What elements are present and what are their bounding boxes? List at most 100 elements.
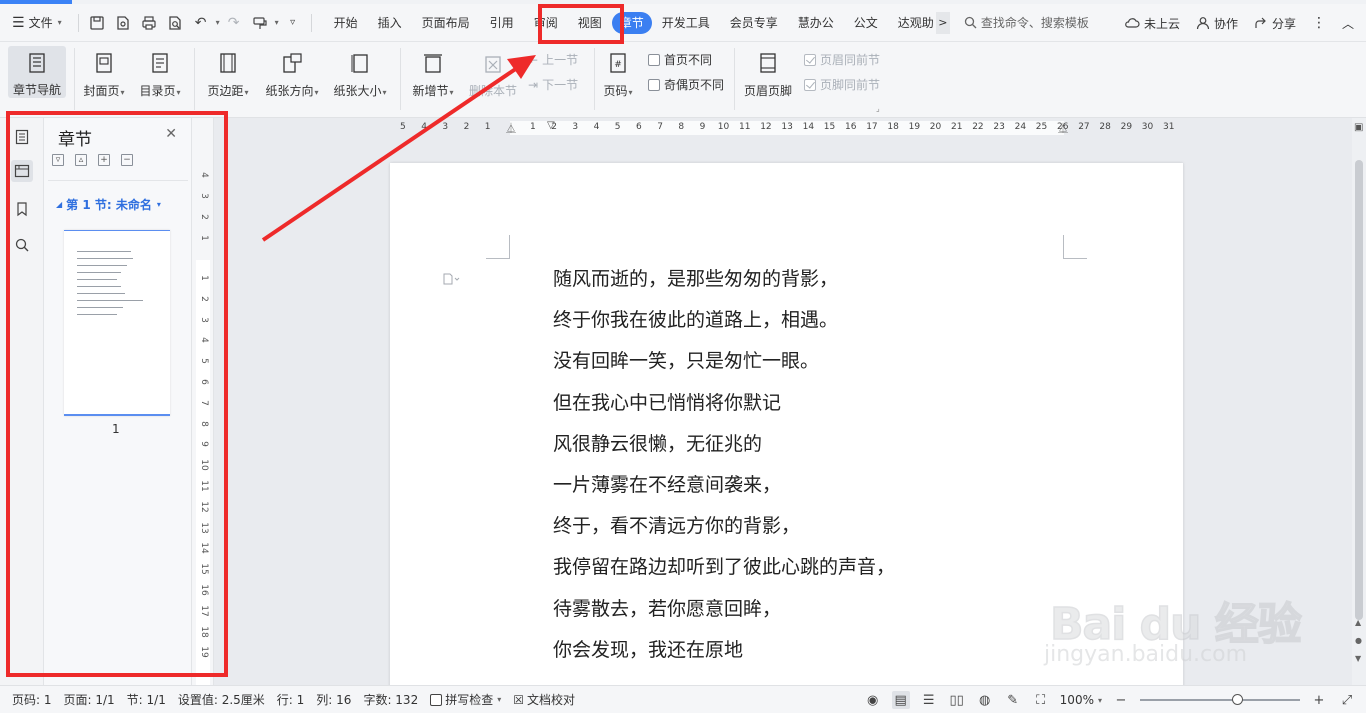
web-view-icon[interactable]: ◍ — [976, 691, 994, 709]
command-search[interactable]: 查找命令、搜索模板 — [964, 14, 1089, 31]
document-page[interactable]: 随风而逝的，是那些匆匆的背影， 终于你我在彼此的道路上，相遇。 没有回眸一笑，只… — [390, 163, 1183, 685]
paragraph-layout-icon[interactable] — [442, 273, 460, 288]
page-view-icon[interactable]: ▤ — [891, 691, 910, 709]
text-line[interactable]: 一片薄雾在不经意间袭来， — [553, 471, 895, 512]
orientation-button[interactable]: 纸张方向▾ — [262, 46, 322, 99]
tab-references[interactable]: 引用 — [480, 12, 524, 34]
tab-home[interactable]: 开始 — [324, 12, 368, 34]
status-word-count[interactable]: 字数: 132 — [363, 691, 418, 708]
ruler-toggle-icon[interactable]: ▣ — [1354, 122, 1363, 133]
collapse-ribbon-icon[interactable]: ︿ — [1342, 15, 1354, 32]
fit-page-icon[interactable]: ⛶ — [1032, 691, 1050, 709]
left-indent-marker[interactable]: ⏅ — [506, 120, 516, 135]
scroll-prev-page-icon[interactable]: ▲ — [1355, 618, 1361, 627]
fullscreen-icon[interactable]: ⤢ — [1338, 691, 1356, 709]
delete-section-button[interactable]: 删除本节 — [466, 46, 520, 99]
footer-same-as-prev-checkbox[interactable]: 页脚同前节 — [804, 76, 880, 93]
paper-size-button[interactable]: 纸张大小▾ — [330, 46, 390, 99]
tab-member[interactable]: 会员专享 — [720, 12, 788, 34]
zoom-out-icon[interactable]: − — [1112, 691, 1130, 709]
scroll-next-page-icon[interactable]: ▼ — [1355, 654, 1361, 663]
status-col[interactable]: 列: 16 — [316, 691, 351, 708]
status-page[interactable]: 页面: 1/1 — [64, 691, 115, 708]
customize-toolbar-icon[interactable]: ▿ — [281, 11, 305, 35]
new-section-button[interactable]: 新增节▾ — [408, 46, 458, 99]
dialog-launcher-icon[interactable]: ⌟ — [876, 104, 880, 113]
expand-down-icon[interactable]: ▿ — [52, 154, 64, 166]
page-thumbnail[interactable] — [64, 230, 170, 416]
chapter-icon[interactable] — [11, 160, 33, 182]
document-text[interactable]: 随风而逝的，是那些匆匆的背影， 终于你我在彼此的道路上，相遇。 没有回眸一笑，只… — [553, 265, 895, 677]
tab-insert[interactable]: 插入 — [368, 12, 412, 34]
text-line[interactable]: 终于你我在彼此的道路上，相遇。 — [553, 306, 895, 347]
collapse-up-icon[interactable]: ▵ — [75, 154, 87, 166]
text-line[interactable]: 风很静云很懒，无征兆的 — [553, 430, 895, 471]
text-line[interactable]: 待雾散去，若你愿意回眸， — [553, 595, 895, 636]
doc-proofread-button[interactable]: ☒ 文档校对 — [513, 691, 575, 708]
format-dropdown-icon[interactable]: ▾ — [275, 18, 279, 27]
close-icon[interactable]: ✕ — [165, 126, 177, 142]
undo-icon[interactable]: ↶ — [189, 11, 213, 35]
tab-view[interactable]: 视图 — [568, 12, 612, 34]
first-page-different-checkbox[interactable]: 首页不同 — [648, 51, 712, 68]
collapse-all-icon[interactable]: − — [121, 154, 133, 166]
header-same-as-prev-checkbox[interactable]: 页眉同前节 — [804, 51, 880, 68]
section-nav-button[interactable]: 章节导航 — [8, 46, 66, 98]
tabs-more-button[interactable]: > — [935, 11, 950, 34]
text-line[interactable]: 终于，看不清远方你的背影， — [553, 512, 895, 553]
collaborate-button[interactable]: 协作 — [1196, 15, 1238, 32]
text-line[interactable]: 没有回眸一笑，只是匆忙一眼。 — [553, 347, 895, 388]
scroll-select-browse-icon[interactable]: ● — [1355, 636, 1362, 645]
zoom-slider-knob[interactable] — [1232, 694, 1243, 705]
prev-section-button[interactable]: ⇤ 上一节 — [528, 51, 578, 68]
tab-page-layout[interactable]: 页面布局 — [412, 12, 480, 34]
file-menu-button[interactable]: ☰ 文件 ▾ — [0, 9, 68, 37]
tab-official-doc[interactable]: 公文 — [844, 12, 888, 34]
tab-review[interactable]: 审阅 — [524, 12, 568, 34]
format-painter-icon[interactable] — [248, 11, 272, 35]
reading-view-icon[interactable]: ▯▯ — [948, 691, 966, 709]
outline-view-icon[interactable]: ☰ — [920, 691, 938, 709]
text-line[interactable]: 随风而逝的，是那些匆匆的背影， — [553, 265, 895, 306]
eye-protection-icon[interactable]: ◉ — [864, 691, 882, 709]
tab-section[interactable]: 章节 — [611, 11, 652, 34]
redo-icon[interactable]: ↷ — [222, 11, 246, 35]
page-number-button[interactable]: # 页码▾ — [598, 46, 638, 99]
status-section[interactable]: 节: 1/1 — [127, 691, 166, 708]
status-setting[interactable]: 设置值: 2.5厘米 — [178, 691, 265, 708]
tab-smart-office[interactable]: 慧办公 — [788, 12, 844, 34]
spell-check-button[interactable]: 拼写检查 ▾ — [430, 691, 501, 708]
header-footer-button[interactable]: 页眉页脚 — [740, 46, 796, 99]
cloud-status-button[interactable]: 未上云 — [1124, 15, 1180, 32]
next-section-button[interactable]: ⇥ 下一节 — [528, 76, 578, 93]
toc-page-button[interactable]: 目录页▾ — [136, 46, 184, 99]
cover-page-button[interactable]: 封面页▾ — [80, 46, 128, 99]
margin-button[interactable]: 页边距▾ — [202, 46, 254, 99]
zoom-in-icon[interactable]: + — [1310, 691, 1328, 709]
print-preview-icon[interactable] — [163, 11, 187, 35]
save-icon[interactable] — [85, 11, 109, 35]
bookmark-icon[interactable] — [11, 198, 33, 220]
text-line[interactable]: 你会发现，我还在原地 — [553, 636, 895, 677]
status-row[interactable]: 行: 1 — [277, 691, 305, 708]
odd-even-different-checkbox[interactable]: 奇偶页不同 — [648, 76, 724, 93]
text-line[interactable]: 但在我心中已悄悄将你默记 — [553, 389, 895, 430]
expand-all-icon[interactable]: + — [98, 154, 110, 166]
undo-dropdown-icon[interactable]: ▾ — [216, 18, 220, 27]
write-view-icon[interactable]: ✎ — [1004, 691, 1022, 709]
tab-daguan[interactable]: 达观助 — [888, 12, 936, 34]
print-icon[interactable] — [137, 11, 161, 35]
zoom-slider[interactable] — [1140, 693, 1300, 707]
scrollbar-thumb[interactable] — [1355, 160, 1363, 620]
export-pdf-icon[interactable] — [111, 11, 135, 35]
vertical-scrollbar[interactable]: ▣ ▲ ● ▼ — [1352, 118, 1366, 685]
outline-icon[interactable] — [11, 126, 33, 148]
more-options-icon[interactable]: ⋮ — [1312, 15, 1326, 31]
text-line[interactable]: 我停留在路边却听到了彼此心跳的声音， — [553, 553, 895, 594]
status-page-code[interactable]: 页码: 1 — [12, 691, 52, 708]
section-item[interactable]: ◢ 第 1 节: 未命名 ▾ — [56, 196, 161, 213]
share-button[interactable]: 分享 — [1254, 15, 1296, 32]
tab-developer[interactable]: 开发工具 — [652, 12, 720, 34]
search-icon[interactable] — [11, 234, 33, 256]
zoom-level-dropdown[interactable]: 100% ▾ — [1060, 693, 1102, 707]
